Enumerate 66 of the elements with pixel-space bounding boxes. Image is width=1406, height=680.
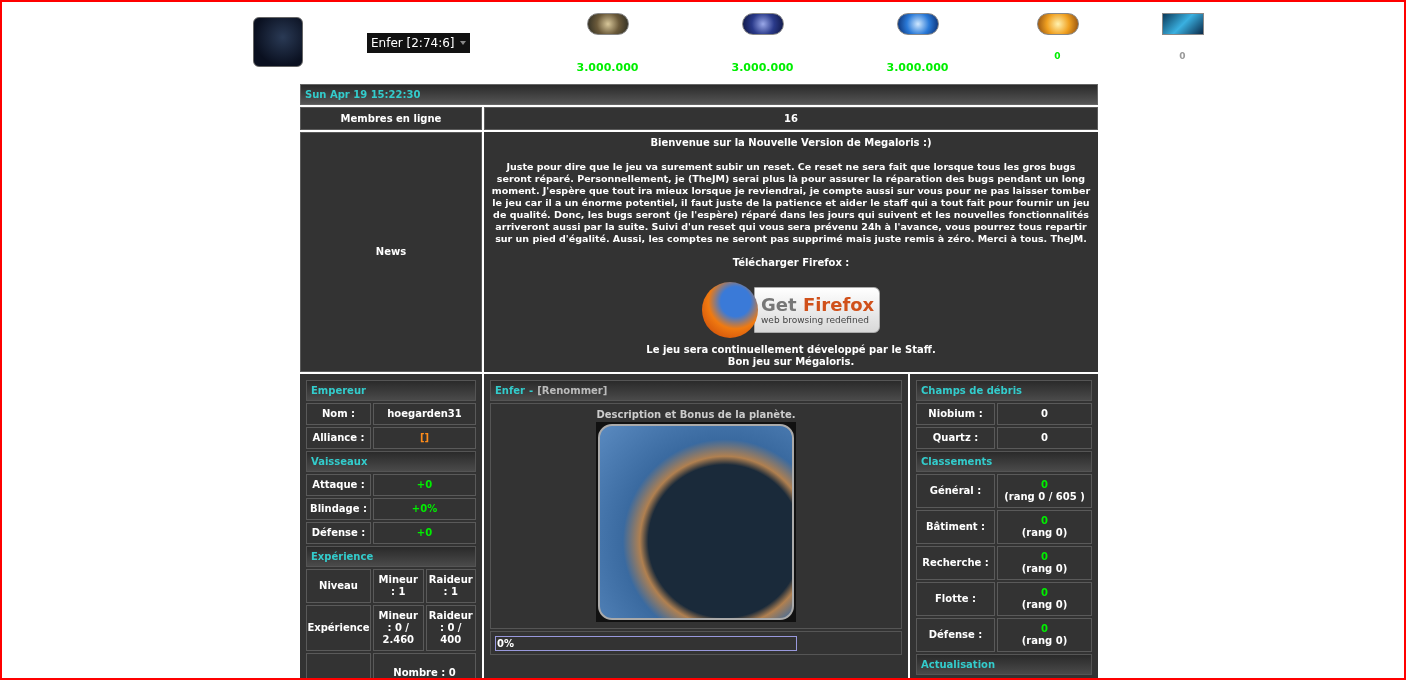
section-header: Classements (916, 451, 1092, 472)
row-value: 0 (997, 427, 1092, 449)
row-label: Attaque : (306, 474, 371, 496)
row-value: 0 (rang 0) (997, 510, 1092, 544)
resource-amount: 3.000.000 (576, 60, 639, 76)
row-label: Membres en ligne (300, 107, 482, 130)
news-footer-line: Bon jeu sur Mégaloris. (726, 356, 855, 368)
resource-icon (741, 13, 784, 35)
row-value: 0 (rang 0) (997, 546, 1092, 580)
badge-title: Get Firefox (761, 294, 875, 315)
online-count: 16 (484, 107, 1098, 130)
row-value: 0 (rang 0 / 605 ) (997, 474, 1092, 508)
row-label: Bâtiment : (916, 510, 995, 544)
section-header: Expérience (306, 546, 476, 567)
row-value: 0 (rang 0) (997, 618, 1092, 652)
row-value: +0 (373, 474, 476, 496)
row-label: Niveau (306, 569, 371, 603)
date-bar: Sun Apr 19 15:22:30 (300, 84, 1098, 105)
caret-icon (460, 41, 466, 45)
row-value: hoegarden31 (373, 403, 476, 425)
resource-icon (1161, 13, 1204, 35)
firefox-logo-icon (702, 282, 758, 338)
row-value: Raideur : 0 / 400 (425, 605, 476, 651)
row-label: Nom : (306, 403, 371, 425)
rename-link[interactable]: [Renommer] (537, 383, 608, 398)
row-label: News (300, 132, 482, 372)
row-label: Flotte : (916, 582, 995, 616)
resource-amount: 0 (1179, 50, 1186, 63)
row-label: Général : (916, 474, 995, 508)
row-label: Expérience (306, 605, 371, 651)
row-label: Alliance : (306, 427, 371, 449)
planet-description: Description et Bonus de la planète. (596, 408, 796, 422)
row-value: Mineur : 1 (373, 569, 424, 603)
section-header: Actualisation (916, 654, 1092, 675)
row-label: Recherche : (916, 546, 995, 580)
resource-icon (896, 13, 939, 35)
section-header: Enfer - [Renommer] (490, 380, 902, 401)
row-label: Défense : (306, 522, 371, 544)
row-value: Raideur : 1 (425, 569, 476, 603)
row-value: 0 (997, 403, 1092, 425)
row-value: [] (373, 427, 476, 449)
row-value: Nombre : 0 (373, 653, 476, 678)
row-value: Mineur : 0 / 2.460 (373, 605, 424, 651)
row-label: Quartz : (916, 427, 995, 449)
resource-amount: 3.000.000 (731, 60, 794, 76)
download-label: Télécharger Firefox : (732, 257, 850, 269)
resource-icon (1036, 13, 1079, 35)
planet-thumbnail[interactable] (253, 17, 303, 67)
row-label: Niobium : (916, 403, 995, 425)
resource-icon (586, 13, 629, 35)
news-footer-line: Le jeu sera continuellement développé par le Staff. (646, 344, 936, 356)
row-value: +0 (373, 522, 476, 544)
planet-select[interactable]: Enfer [2:74:6] (367, 33, 470, 53)
row-label: Défense : (916, 618, 995, 652)
row-label: Blindage : (306, 498, 371, 520)
section-header: Champs de débris (916, 380, 1092, 401)
resource-amount: 0 (1054, 50, 1061, 63)
section-header: Vaisseaux (306, 451, 476, 472)
row-value: 0 (rang 0) (997, 582, 1092, 616)
resource-amount: 3.000.000 (886, 60, 949, 76)
row-value: +0% (373, 498, 476, 520)
progress-reading: 0% (497, 636, 514, 650)
news-title: Bienvenue sur la Nouvelle Version de Megaloris :) (650, 137, 932, 149)
badge-tagline: web browsing redefined (761, 314, 869, 326)
section-header: Empereur (306, 380, 476, 401)
news-body: Juste pour dire que le jeu va surement subir un reset. Ce reset ne sera fait que lorsque tous les gros bugs seront réparé. Personnellement, je (TheJM) serai plus là pour assurer la réparation des bugs pendant un long moment. J'espère que tout ira mieux lorsque je reviendrai, je compte aussi sur vous pour ne pas laisser tomber le jeu car il a un énorme potentiel, il faut juste de la patience et aider le staff qui a tout fait pour fournir un jeu de qualité. Donc, les bugs seront (je l'espère) réparé dans les jours qui suivent et les nouvelles fonctionnalités arriveront aussi par la suite. Suivi d'un reset qui vous sera prévenu 24h à l'avance, vous pourrez tous repartir sur un pied d'égalité. Aussi, les comptes ne seront pas supprimé mais juste remis à zéro. Merci à tous. TheJM. (490, 161, 1092, 245)
